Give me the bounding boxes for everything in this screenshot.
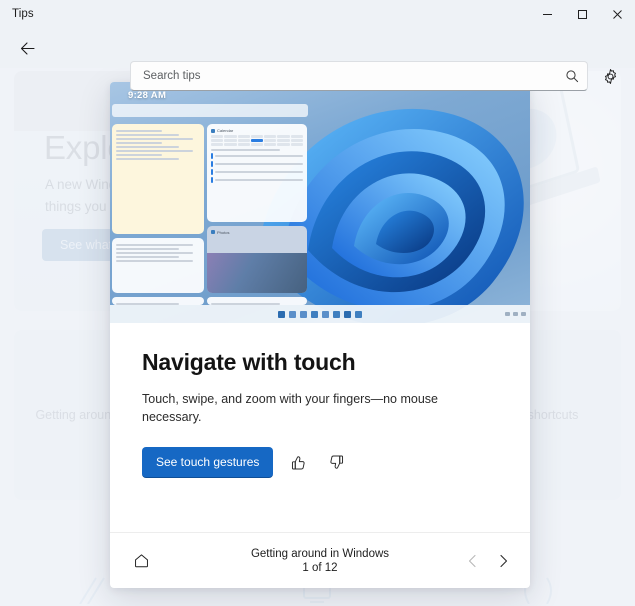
photos-icon	[211, 230, 215, 235]
start-icon	[278, 310, 285, 318]
back-button[interactable]	[10, 33, 44, 63]
calendar-event	[211, 169, 303, 175]
desktop-taskbar	[110, 305, 530, 323]
tips-app-window: Explore A new Windows things you love Se…	[0, 0, 635, 606]
search-box[interactable]	[130, 61, 588, 91]
explorer-icon	[333, 310, 340, 318]
see-touch-gestures-button[interactable]: See touch gestures	[142, 447, 274, 478]
tip-actions: See touch gestures	[142, 447, 500, 478]
thumbs-up-icon	[291, 456, 305, 470]
taskview-icon	[300, 310, 307, 318]
tip-card-footer: Getting around in Windows 1 of 12	[110, 532, 530, 588]
widgets-column-left	[112, 124, 204, 305]
command-bar	[0, 28, 635, 91]
stocks-widget	[112, 238, 204, 293]
magnifier-icon	[566, 70, 579, 83]
minimize-icon	[543, 13, 552, 15]
photos-thumbnail	[207, 252, 307, 293]
weather-widget	[112, 124, 204, 235]
calendar-event	[211, 153, 303, 159]
window-controls	[530, 0, 635, 28]
calendar-widget-title: Calendar	[211, 128, 303, 133]
esports-widget	[112, 297, 204, 305]
widgets-icon	[311, 310, 318, 318]
tip-subtitle: Touch, swipe, and zoom with your fingers…	[142, 392, 438, 424]
close-icon	[613, 9, 622, 19]
maximize-icon	[578, 9, 587, 19]
calendar-event	[211, 177, 303, 183]
tip-card-body: Navigate with touch Touch, swipe, and zo…	[110, 323, 530, 532]
thumbs-up-button[interactable]	[285, 450, 311, 476]
widgets-panel: Calendar Photos	[112, 124, 308, 305]
gear-icon	[604, 68, 616, 84]
home-icon	[134, 554, 148, 568]
photos-widget-title: Photos	[211, 230, 303, 235]
photos-widget: Photos	[207, 225, 307, 293]
chevron-right-icon	[500, 554, 508, 567]
home-button[interactable]	[126, 546, 156, 576]
desktop-search-bar	[112, 104, 308, 117]
next-tip-button[interactable]	[490, 548, 516, 574]
tip-nav-group	[460, 548, 516, 574]
widgets-column-right: Calendar Photos	[207, 124, 307, 305]
settings-button[interactable]	[595, 61, 625, 91]
calendar-icon	[211, 128, 215, 133]
chevron-left-icon	[468, 554, 476, 567]
title-bar: Tips	[0, 0, 635, 28]
minimize-button[interactable]	[530, 0, 565, 28]
search-input[interactable]	[131, 70, 558, 82]
previous-tip-button[interactable]	[460, 548, 486, 574]
edge-icon	[344, 310, 351, 318]
back-arrow-icon	[20, 41, 35, 55]
tip-title: Navigate with touch	[142, 349, 356, 375]
taskbar-search-icon	[289, 310, 296, 318]
calendar-widget: Calendar	[207, 124, 307, 222]
store-icon	[355, 310, 362, 318]
calendar-grid	[211, 135, 303, 146]
calendar-event	[211, 161, 303, 167]
window-title: Tips	[12, 8, 34, 20]
close-button[interactable]	[600, 0, 635, 28]
thumbs-down-button[interactable]	[323, 450, 349, 476]
search-icon[interactable]	[558, 62, 586, 90]
tip-card: 9:28 AM Calendar Photos Navigate with to…	[110, 82, 530, 588]
thumbs-down-icon	[330, 455, 343, 469]
system-tray	[505, 305, 526, 323]
desktop-clock: 9:28 AM	[128, 90, 167, 101]
chat-icon	[322, 310, 329, 318]
maximize-button[interactable]	[565, 0, 600, 28]
tip-hero-image: 9:28 AM Calendar Photos	[110, 82, 530, 323]
traffic-widget	[207, 297, 307, 305]
